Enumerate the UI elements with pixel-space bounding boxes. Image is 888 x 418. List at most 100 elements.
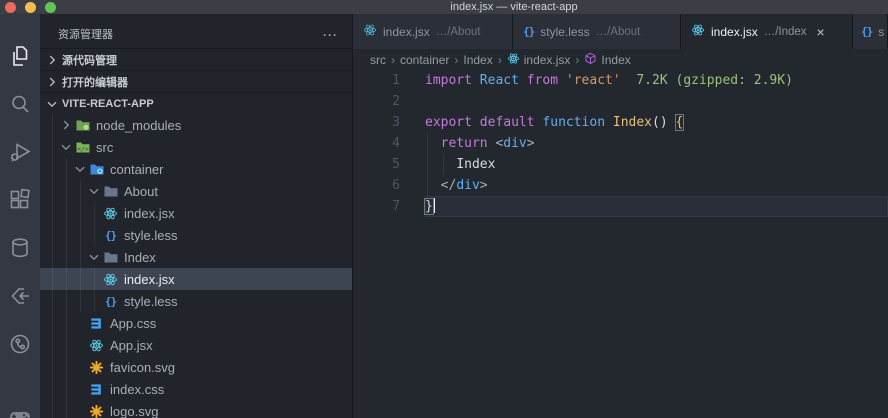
- tree-label: Index: [124, 249, 156, 265]
- tab-dir: …/About: [595, 25, 641, 38]
- window-title: index.jsx — vite-react-app: [450, 1, 578, 13]
- tab-label: index.jsx: [711, 24, 758, 39]
- chevron-down-icon: [86, 250, 102, 264]
- indent-guide: [66, 158, 67, 418]
- explorer-header: 资源管理器 ···: [40, 14, 352, 48]
- section-project-root[interactable]: VITE-REACT-APP: [40, 92, 352, 114]
- tab-index-jsx-about[interactable]: index.jsx …/About: [353, 14, 513, 49]
- tree-item-about-style-less[interactable]: {} style.less: [40, 224, 352, 246]
- tab-label: s: [878, 24, 885, 39]
- close-tab-icon[interactable]: ×: [817, 25, 825, 39]
- folder-icon: [102, 249, 119, 265]
- title-bar: index.jsx — vite-react-app: [0, 0, 888, 14]
- tree-item-about-index-jsx[interactable]: index.jsx: [40, 202, 352, 224]
- folder-container-icon: [88, 161, 105, 177]
- search-icon[interactable]: [8, 92, 32, 116]
- section-label: 打开的编辑器: [62, 76, 128, 89]
- tree-item-favicon-svg[interactable]: favicon.svg: [40, 356, 352, 378]
- braces-icon: {}: [861, 25, 873, 38]
- tree-label: src: [96, 139, 114, 155]
- code-content[interactable]: import React from 'react' 7.2K (gzipped:…: [424, 70, 888, 217]
- navigate-back-icon[interactable]: [8, 284, 32, 308]
- indent-guide: [52, 114, 53, 418]
- breadcrumb-separator: ›: [497, 52, 502, 67]
- folder-green-icon: [74, 117, 91, 133]
- section-source-control[interactable]: 源代码管理: [40, 48, 352, 70]
- indent-guide: [94, 268, 95, 312]
- explorer-icon[interactable]: [8, 44, 32, 68]
- svg-file-icon: [88, 403, 105, 418]
- explorer-sidebar: 资源管理器 ··· 源代码管理 打开的编辑器 VITE-REACT-APP no…: [40, 14, 353, 418]
- database-icon[interactable]: [8, 236, 32, 260]
- breadcrumb: src › container › Index › index.jsx › In…: [353, 49, 888, 70]
- tree-item-index-folder[interactable]: Index: [40, 246, 352, 268]
- tab-bar: index.jsx …/About {} style.less …/About …: [353, 14, 888, 49]
- chevron-right-icon: [44, 53, 60, 67]
- tree-label: About: [124, 183, 158, 199]
- symbol-module-icon: [584, 52, 597, 68]
- chevron-down-icon: [72, 162, 88, 176]
- breadcrumb-item-index-folder[interactable]: Index: [463, 53, 492, 67]
- run-debug-icon[interactable]: [8, 140, 32, 164]
- braces-icon: {}: [104, 228, 117, 242]
- tree-label: style.less: [124, 293, 178, 309]
- breadcrumb-item-index-jsx[interactable]: index.jsx: [507, 52, 570, 68]
- svg-file-icon: [88, 359, 105, 375]
- extensions-icon[interactable]: [8, 188, 32, 212]
- tree-label: container: [110, 161, 164, 177]
- tree-item-index-css[interactable]: index.css: [40, 378, 352, 400]
- tree-label: index.jsx: [124, 205, 175, 221]
- gamepad-icon[interactable]: [8, 404, 32, 418]
- chevron-down-icon: [86, 184, 102, 198]
- tree-item-src[interactable]: </> src: [40, 136, 352, 158]
- git-graph-icon[interactable]: [8, 332, 32, 356]
- tree-item-app-jsx[interactable]: App.jsx: [40, 334, 352, 356]
- line-number-gutter[interactable]: 1234567: [353, 70, 400, 217]
- react-icon: [102, 205, 119, 221]
- tab-label: style.less: [540, 24, 590, 39]
- tree-label: favicon.svg: [110, 359, 176, 375]
- chevron-right-icon: [44, 75, 60, 89]
- react-icon: [507, 52, 520, 68]
- chevron-down-icon: [58, 140, 74, 154]
- react-icon: [691, 23, 705, 40]
- tree-item-logo-svg[interactable]: logo.svg: [40, 400, 352, 418]
- css-icon: [88, 381, 105, 397]
- css-icon: [88, 315, 105, 331]
- vscode-window: index.jsx — vite-react-app 资源管理器 ··· 源代码…: [0, 0, 888, 418]
- tree-item-about-folder[interactable]: About: [40, 180, 352, 202]
- more-actions-icon[interactable]: ···: [323, 28, 338, 42]
- section-label: VITE-REACT-APP: [62, 97, 154, 110]
- tree-label: logo.svg: [110, 403, 159, 418]
- breadcrumb-separator: ›: [454, 52, 459, 67]
- tab-dir: …/About: [435, 25, 481, 38]
- text-cursor: [432, 198, 435, 213]
- tree-label: index.css: [110, 381, 165, 397]
- tree-label: node_modules: [96, 117, 182, 133]
- breadcrumb-item-src[interactable]: src: [370, 53, 386, 67]
- breadcrumb-item-symbol-index[interactable]: Index: [584, 52, 631, 68]
- braces-icon: {}: [104, 294, 117, 308]
- explorer-title: 资源管理器: [58, 29, 113, 41]
- tree-label: index.jsx: [124, 271, 175, 287]
- tree-item-index-index-jsx-selected[interactable]: index.jsx: [40, 268, 352, 290]
- breadcrumb-item-container[interactable]: container: [400, 53, 449, 67]
- activity-bar: [0, 14, 40, 418]
- folder-src-icon: </>: [74, 139, 91, 155]
- tree-item-index-style-less[interactable]: {} style.less: [40, 290, 352, 312]
- code-editor[interactable]: 1234567 import React from 'react' 7.2K (…: [353, 70, 888, 418]
- indent-guide: [80, 180, 81, 312]
- tab-label: index.jsx: [383, 24, 430, 39]
- react-icon: [363, 23, 377, 40]
- braces-icon: {}: [523, 25, 535, 38]
- tree-item-container[interactable]: container: [40, 158, 352, 180]
- tree-label: App.jsx: [110, 337, 153, 353]
- indent-guide: [94, 202, 95, 246]
- tab-style-less-about[interactable]: {} style.less …/About: [513, 14, 681, 49]
- section-open-editors[interactable]: 打开的编辑器: [40, 70, 352, 92]
- tab-style-less-index-partial[interactable]: {} s: [853, 14, 888, 49]
- tab-index-jsx-index-active[interactable]: index.jsx …/Index ×: [681, 14, 853, 49]
- tree-item-app-css[interactable]: App.css: [40, 312, 352, 334]
- breadcrumb-separator: ›: [391, 52, 395, 67]
- tree-item-node-modules[interactable]: node_modules: [40, 114, 352, 136]
